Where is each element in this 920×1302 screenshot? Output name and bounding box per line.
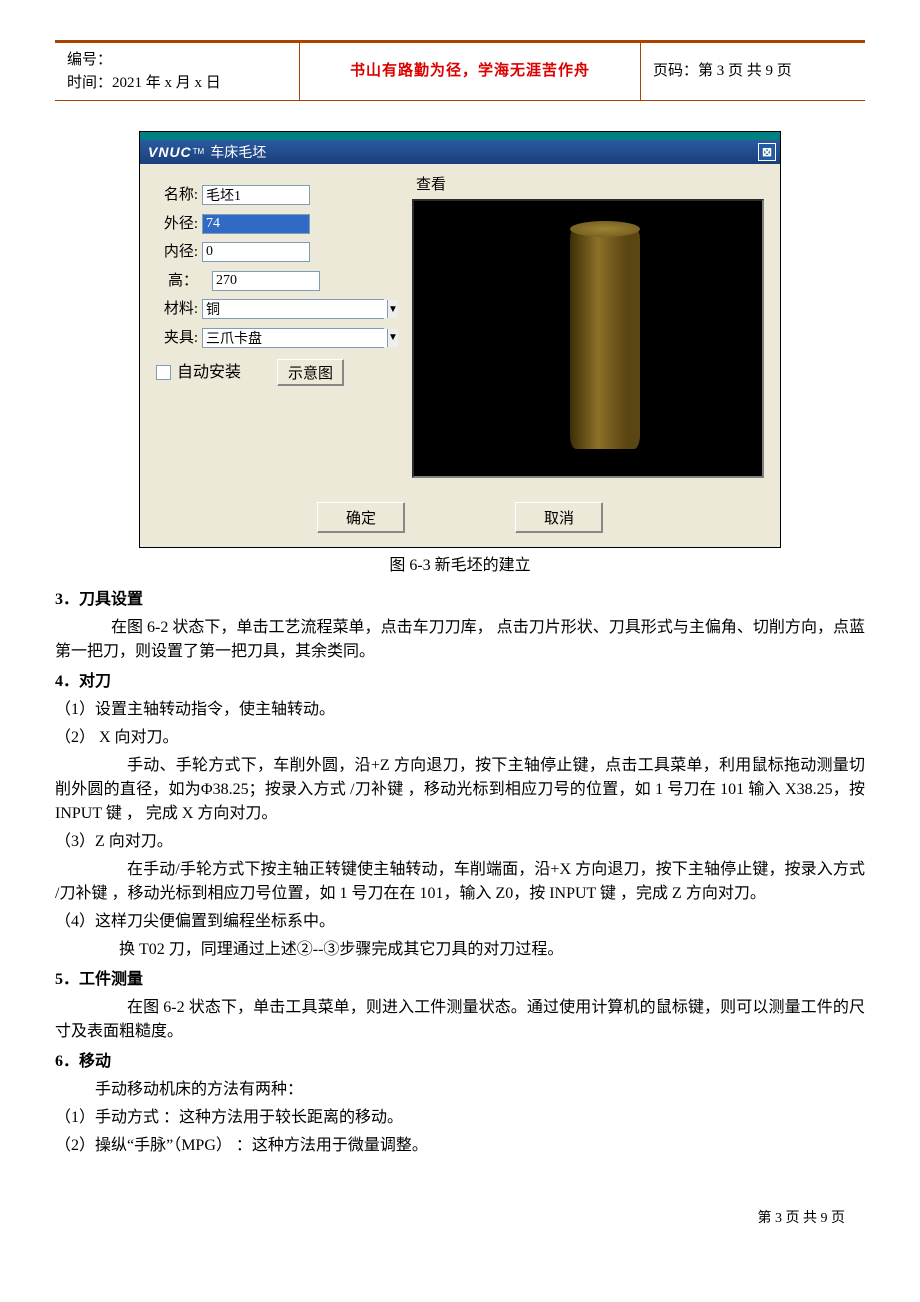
page-footer: 第 3 页 共 9 页	[55, 1208, 865, 1229]
input-h[interactable]	[212, 271, 320, 291]
brand-tm: TM	[193, 146, 205, 158]
label-auto-install: 自动安装	[177, 361, 241, 385]
figure-caption: 图 6-3 新毛坯的建立	[55, 554, 865, 578]
label-h: 高：	[150, 270, 198, 293]
sec6-p1: 手动移动机床的方法有两种：	[55, 1078, 865, 1102]
sec4-p4: （3）Z 向对刀。	[55, 830, 865, 854]
sec4-p3: 手动、手轮方式下，车削外圆，沿+Z 方向退刀，按下主轴停止键，点击工具菜单，利用…	[55, 754, 865, 826]
input-name[interactable]	[202, 185, 310, 205]
header-bianhao: 编号：	[67, 49, 287, 72]
sec4-p6: （4）这样刀尖便偏置到编程坐标系中。	[55, 910, 865, 934]
label-od: 外径:	[150, 213, 198, 236]
header-slogan: 书山有路勤为径，学海无涯苦作舟	[300, 42, 641, 101]
label-id: 内径:	[150, 241, 198, 264]
sec5-p1: 在图 6-2 状态下，单击工具菜单，则进入工件测量状态。通过使用计算机的鼠标键，…	[55, 996, 865, 1044]
select-material[interactable]: ▼	[202, 299, 384, 319]
header-yema: 页码：第 3 页 共 9 页	[641, 42, 866, 101]
input-id[interactable]	[202, 242, 310, 262]
close-icon[interactable]: ⊠	[758, 143, 776, 161]
label-fix: 夹具:	[150, 327, 198, 350]
sec6-title: 6．移动	[55, 1050, 865, 1074]
sec4-title: 4．对刀	[55, 670, 865, 694]
brand-logo: VNUC	[148, 142, 192, 163]
chevron-down-icon[interactable]: ▼	[387, 300, 398, 318]
sec4-p1: （1）设置主轴转动指令，使主轴转动。	[55, 698, 865, 722]
select-fixture[interactable]: ▼	[202, 328, 384, 348]
sec5-title: 5．工件测量	[55, 968, 865, 992]
3d-preview	[412, 199, 764, 478]
dialog-titlebar: VNUC TM 车床毛坯 ⊠	[140, 140, 780, 164]
page-header: 编号： 时间：2021 年 x 月 x 日 书山有路勤为径，学海无涯苦作舟 页码…	[55, 40, 865, 101]
cylinder-preview	[570, 229, 640, 449]
sec4-p5: 在手动/手轮方式下按主轴正转键使主轴转动，车削端面，沿+X 方向退刀，按下主轴停…	[55, 858, 865, 906]
ok-button[interactable]: 确定	[317, 502, 405, 533]
view-label: 查看	[416, 174, 764, 197]
dialog-screenshot: VNUC TM 车床毛坯 ⊠ 名称: 外径: 内径:	[139, 131, 781, 548]
input-od[interactable]	[202, 214, 310, 234]
sec4-p7: 换 T02 刀，同理通过上述②--③步骤完成其它刀具的对刀过程。	[55, 938, 865, 962]
sec6-p2: （1）手动方式 ：这种方法用于较长距离的移动。	[55, 1106, 865, 1130]
sec6-p3: （2）操纵“手脉”（MPG） ：这种方法用于微量调整。	[55, 1134, 865, 1158]
sec3-p1: 在图 6-2 状态下，单击工艺流程菜单，点击车刀刀库， 点击刀片形状、刀具形式与…	[55, 616, 865, 664]
chevron-down-icon[interactable]: ▼	[387, 329, 398, 347]
checkbox-auto-install[interactable]	[156, 365, 171, 380]
schematic-button[interactable]: 示意图	[277, 359, 344, 386]
header-shijian: 时间：2021 年 x 月 x 日	[67, 72, 287, 95]
label-mat: 材料:	[150, 298, 198, 321]
sec4-p2: （2） X 向对刀。	[55, 726, 865, 750]
sec3-title: 3．刀具设置	[55, 588, 865, 612]
select-material-value[interactable]	[203, 300, 387, 318]
cancel-button[interactable]: 取消	[515, 502, 603, 533]
select-fixture-value[interactable]	[203, 329, 387, 347]
label-name: 名称:	[150, 184, 198, 207]
dialog-title: 车床毛坯	[210, 142, 266, 163]
